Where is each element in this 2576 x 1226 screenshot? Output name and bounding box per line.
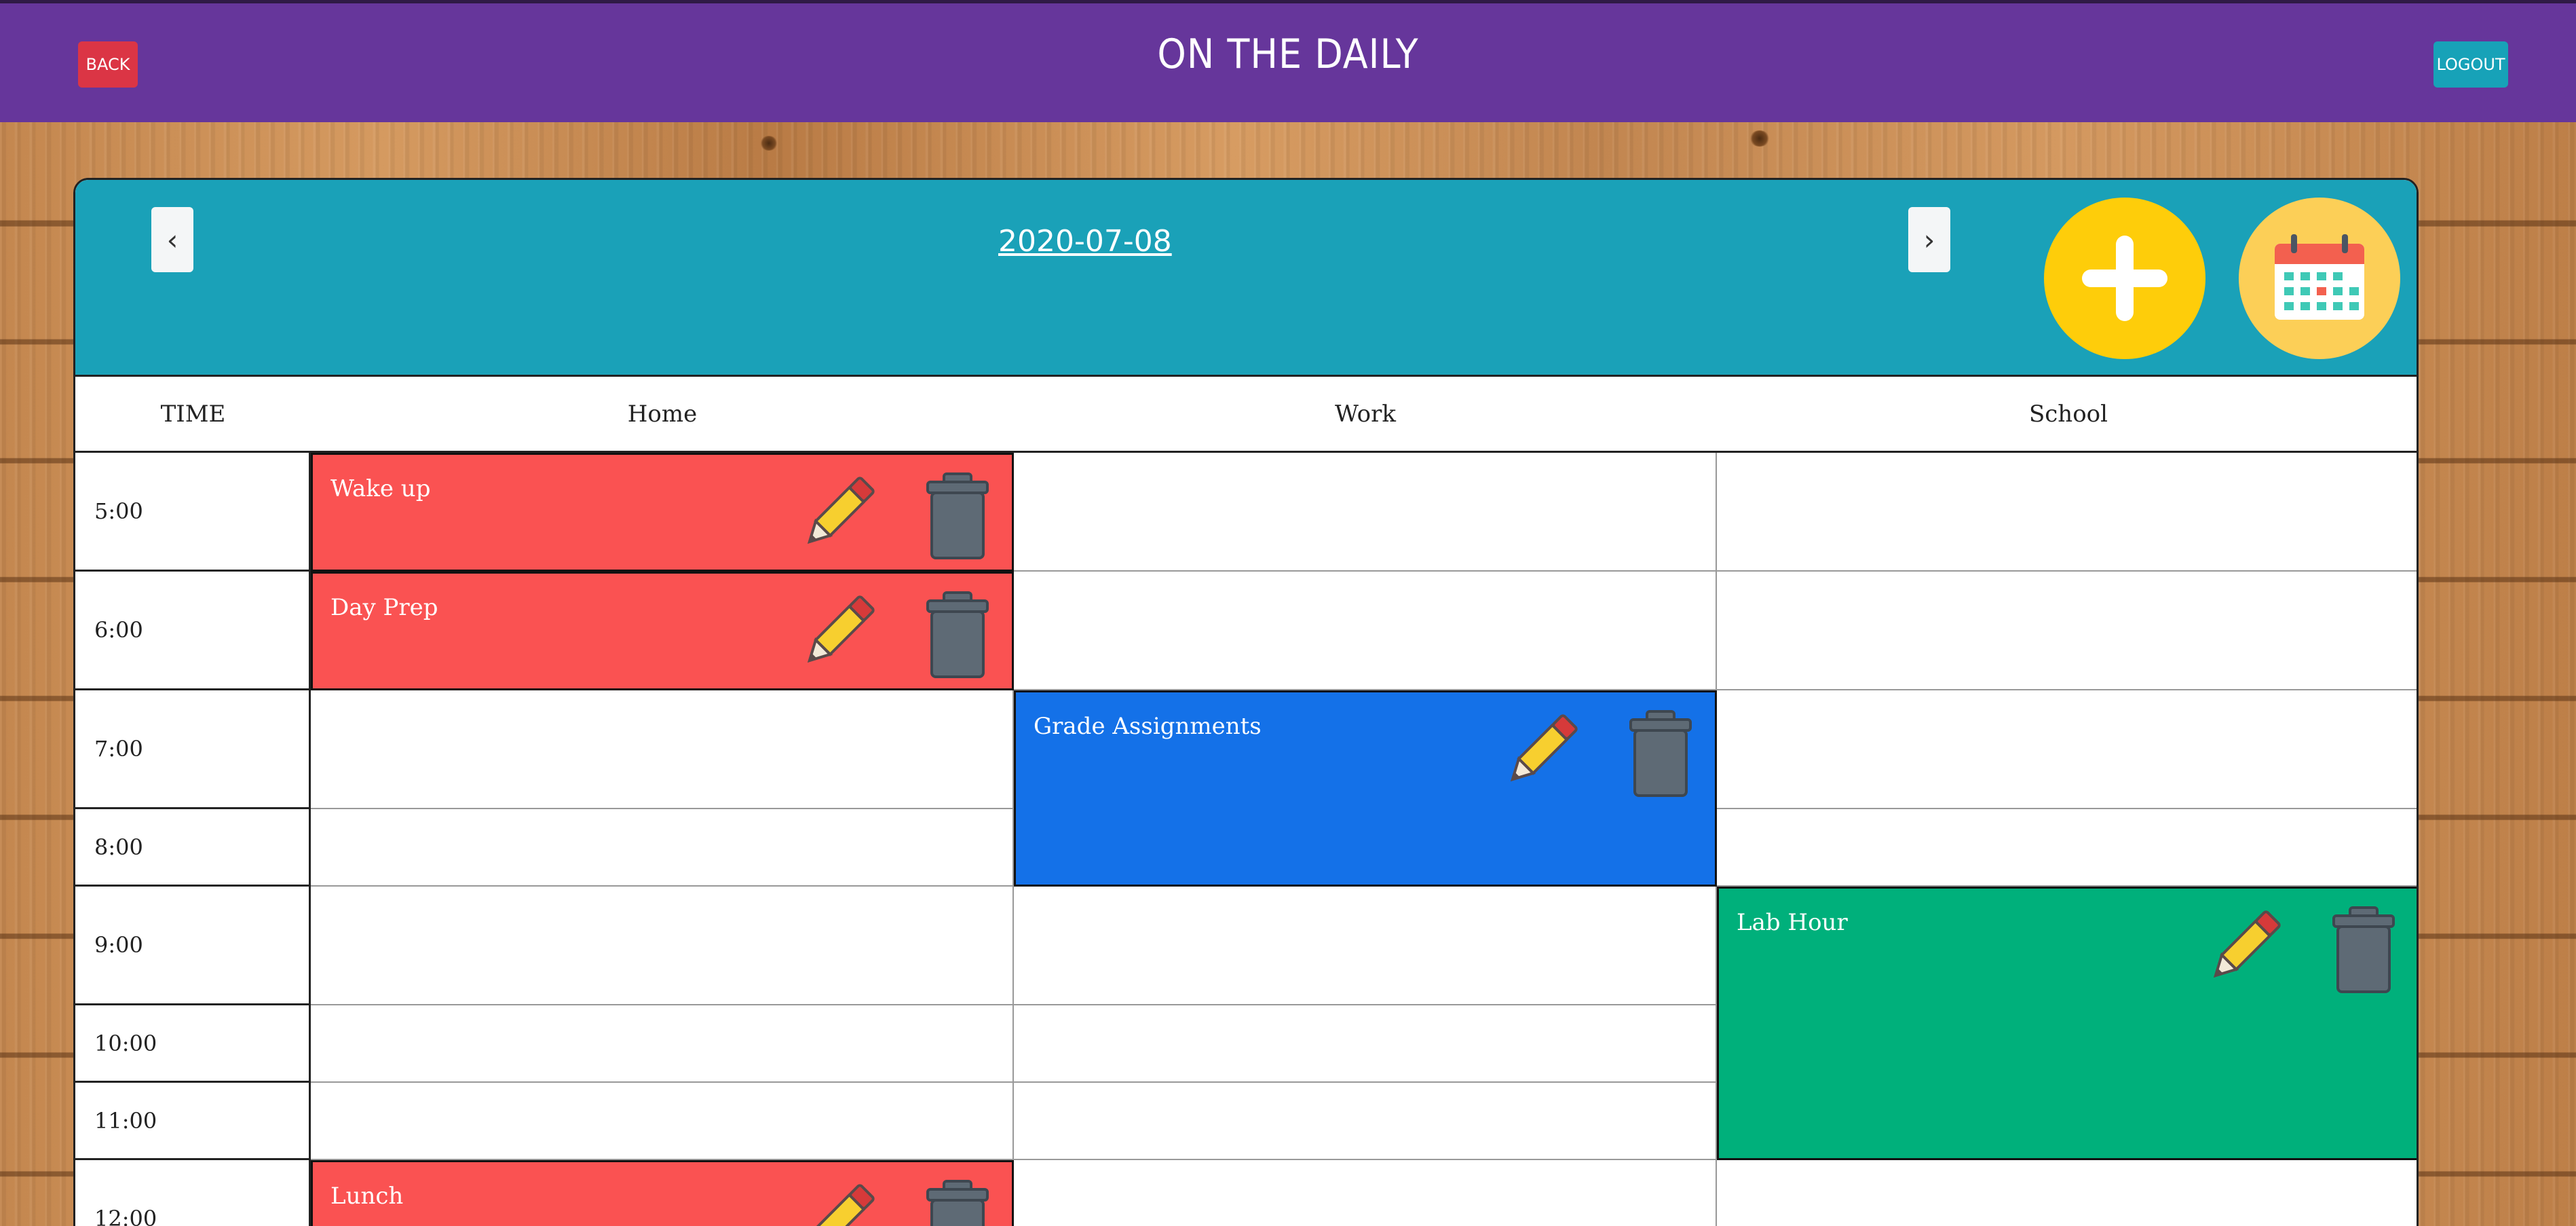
time-label: 10:00 <box>75 1005 311 1083</box>
event-title: Grade Assignments <box>1034 713 1262 740</box>
day-header: ‹ 2020-07-08 › <box>75 180 2417 377</box>
trash-icon[interactable] <box>2330 906 2398 995</box>
pencil-icon[interactable] <box>1498 706 1586 794</box>
empty-slot[interactable] <box>1014 1005 1717 1083</box>
pencil-icon[interactable] <box>795 587 883 675</box>
empty-slot[interactable] <box>1717 572 2417 690</box>
time-label: 8:00 <box>75 809 311 887</box>
pencil-icon[interactable] <box>795 1176 883 1226</box>
event-card-day-prep[interactable]: Day Prep <box>311 572 1014 690</box>
empty-slot[interactable] <box>1717 690 2417 809</box>
time-label: 9:00 <box>75 887 311 1005</box>
current-date-link[interactable]: 2020-07-08 <box>998 224 1172 259</box>
event-title: Lunch <box>330 1183 404 1210</box>
column-header-time: TIME <box>75 377 311 453</box>
wood-knot <box>760 136 778 151</box>
time-label: 6:00 <box>75 572 311 690</box>
add-icon <box>2082 236 2167 321</box>
trash-icon[interactable] <box>924 1180 991 1226</box>
column-header-school: School <box>1717 377 2417 453</box>
empty-slot[interactable] <box>1014 1083 1717 1160</box>
column-header-work: Work <box>1014 377 1717 453</box>
empty-slot[interactable] <box>1717 453 2417 572</box>
empty-slot[interactable] <box>1717 1160 2417 1226</box>
calendar-icon <box>2275 234 2364 320</box>
event-title: Wake up <box>330 475 431 502</box>
event-title: Lab Hour <box>1737 909 1848 936</box>
schedule-panel: ‹ 2020-07-08 › TIME Home Work School 5:0… <box>73 178 2419 1226</box>
time-label: 7:00 <box>75 690 311 809</box>
wood-knot <box>1749 130 1770 147</box>
trash-icon[interactable] <box>924 472 991 561</box>
logout-button[interactable]: LOGOUT <box>2433 41 2508 88</box>
empty-slot[interactable] <box>311 690 1014 809</box>
previous-day-button[interactable]: ‹ <box>151 207 193 272</box>
pencil-icon[interactable] <box>795 468 883 557</box>
event-card-grade-assignments[interactable]: Grade Assignments <box>1014 690 1717 887</box>
empty-slot[interactable] <box>311 1005 1014 1083</box>
time-label: 12:00 <box>75 1160 311 1226</box>
empty-slot[interactable] <box>1014 572 1717 690</box>
time-label: 11:00 <box>75 1083 311 1160</box>
app-title: ON THE DAILY <box>1157 31 1419 78</box>
trash-icon[interactable] <box>1627 710 1694 798</box>
empty-slot[interactable] <box>311 887 1014 1005</box>
event-card-lunch[interactable]: Lunch <box>311 1160 1014 1226</box>
trash-icon[interactable] <box>924 591 991 680</box>
add-event-button[interactable] <box>2044 198 2205 359</box>
column-header-home: Home <box>311 377 1014 453</box>
empty-slot[interactable] <box>1717 809 2417 887</box>
top-navbar: BACK ON THE DAILY LOGOUT <box>0 0 2576 122</box>
event-card-wake-up[interactable]: Wake up <box>311 453 1014 572</box>
calendar-button[interactable] <box>2239 198 2400 359</box>
pencil-icon[interactable] <box>2201 902 2289 990</box>
empty-slot[interactable] <box>311 809 1014 887</box>
next-day-button[interactable]: › <box>1908 207 1950 272</box>
empty-slot[interactable] <box>1014 887 1717 1005</box>
empty-slot[interactable] <box>1014 453 1717 572</box>
time-label: 5:00 <box>75 453 311 572</box>
event-title: Day Prep <box>330 594 438 621</box>
event-card-lab-hour[interactable]: Lab Hour <box>1717 887 2417 1160</box>
empty-slot[interactable] <box>1014 1160 1717 1226</box>
empty-slot[interactable] <box>311 1083 1014 1160</box>
